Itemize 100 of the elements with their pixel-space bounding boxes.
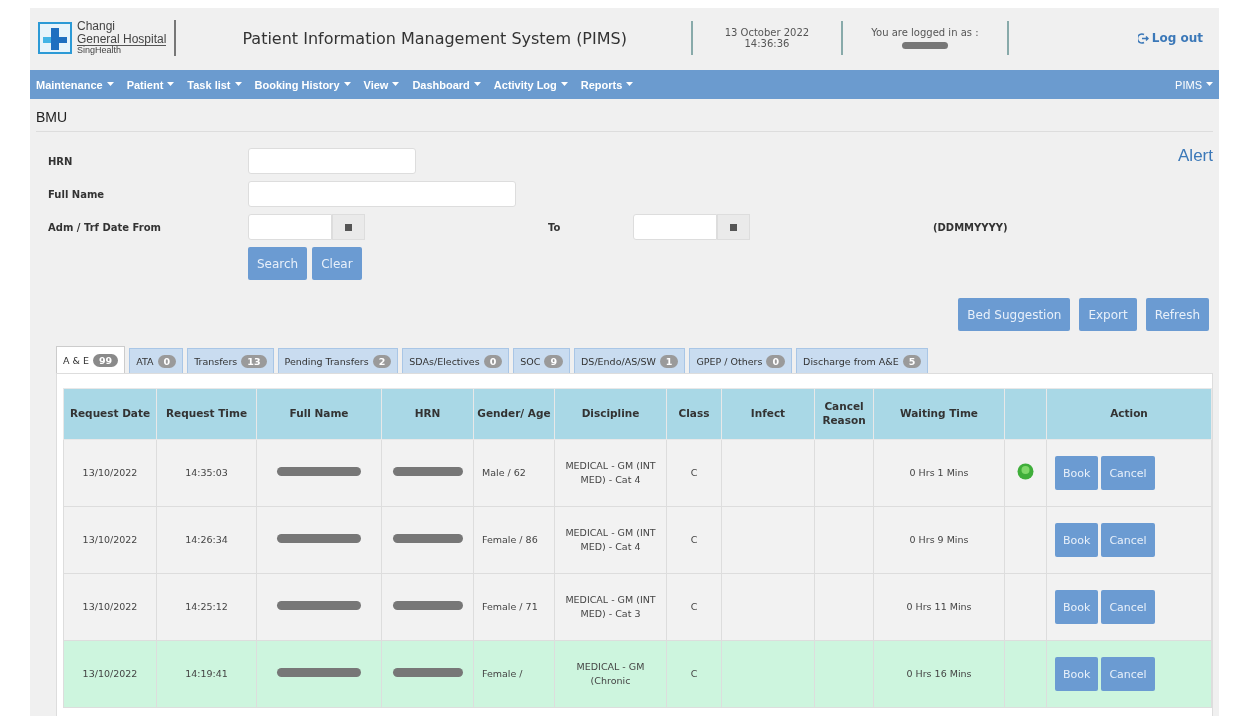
count-badge: 9 (544, 354, 564, 368)
row-button[interactable]: Cancel (1101, 523, 1155, 557)
table-cell: 13/10/2022 (63, 640, 157, 708)
logout-link[interactable]: Log out (1137, 31, 1203, 45)
menu-item[interactable]: Patient (126, 78, 175, 91)
tab[interactable]: DS/Endo/AS/SW 1 (574, 348, 686, 373)
column-header: Gender/ Age (473, 388, 555, 440)
tab[interactable]: ATA 0 (129, 348, 184, 373)
field-label: To (548, 221, 562, 233)
alert-link[interactable]: Alert (1178, 146, 1213, 166)
tab[interactable]: A & E 99 (56, 346, 126, 373)
row-button[interactable]: Book (1055, 456, 1099, 490)
column-header: Request Date (63, 388, 157, 440)
field-label: Adm / Trf Date From (48, 221, 162, 233)
table-cell: 13/10/2022 (63, 506, 157, 574)
table-cell: MEDICAL - GM (INT MED) - Cat 3 (554, 573, 667, 641)
hospital-name: General Hospital (77, 32, 167, 47)
action-button[interactable]: Bed Suggestion (958, 298, 1071, 331)
column-header: Action (1046, 388, 1212, 440)
system-title: Patient Information Management System (PIMS) (242, 28, 627, 48)
tab[interactable]: GPEP / Others 0 (689, 348, 793, 373)
table-cell: 0 Hrs 9 Mins (873, 506, 1005, 574)
table-cell: 14:35:03 (156, 439, 257, 507)
action-button[interactable]: Refresh (1145, 298, 1209, 331)
field-label: Full Name (48, 188, 106, 200)
table-cell: 0 Hrs 11 Mins (873, 573, 1005, 641)
column-header: Waiting Time (873, 388, 1005, 440)
menu-item[interactable]: Booking History (254, 78, 351, 91)
caret-icon (560, 82, 568, 87)
table-cell: MEDICAL - GM (Chronic (554, 640, 667, 708)
table-cell: 14:25:12 (156, 573, 257, 641)
column-header: Cancel Reason (814, 388, 874, 440)
caret-icon (106, 82, 114, 87)
hospital-logo-icon (38, 22, 72, 54)
table-cell: 14:19:41 (156, 640, 257, 708)
column-header: Discipline (554, 388, 667, 440)
tab[interactable]: Pending Transfers 2 (277, 348, 399, 373)
row-button[interactable]: Cancel (1101, 590, 1155, 624)
hospital-name: Changi (77, 20, 117, 33)
count-badge: 0 (483, 354, 503, 368)
calendar-button[interactable] (717, 214, 750, 240)
table-cell: MEDICAL - GM (INT MED) - Cat 4 (554, 506, 667, 574)
tab[interactable]: SDAs/Electives 0 (402, 348, 510, 373)
count-badge: 0 (157, 354, 177, 368)
calendar-button[interactable] (332, 214, 365, 240)
table-cell: 14:26:34 (156, 506, 257, 574)
date-time: 13 October 2022 14:36:36 (723, 27, 811, 49)
count-badge: 13 (241, 354, 267, 368)
menu-item[interactable]: Reports (580, 78, 634, 91)
table-cell: 13/10/2022 (63, 439, 157, 507)
caret-icon (234, 82, 242, 87)
row-button[interactable]: Cancel (1101, 456, 1155, 490)
count-badge: 0 (766, 354, 786, 368)
form-button[interactable]: Clear (312, 247, 362, 280)
table-cell: C (666, 573, 722, 641)
count-badge: 2 (372, 354, 392, 368)
date-field[interactable] (633, 214, 717, 240)
menu-item[interactable]: PIMS (1175, 78, 1213, 91)
date-format-hint: (DDMMYYYY) (933, 221, 1009, 233)
caret-icon (1206, 82, 1213, 87)
calendar-icon (730, 223, 737, 231)
table-cell: 0 Hrs 1 Mins (873, 439, 1005, 507)
column-header: Request Time (156, 388, 257, 440)
count-badge: 5 (902, 354, 922, 368)
column-header: Infect (721, 388, 815, 440)
column-header: Class (666, 388, 722, 440)
field-label: HRN (48, 155, 74, 167)
tab[interactable]: Transfers 13 (187, 348, 274, 373)
table-cell: MEDICAL - GM (INT MED) - Cat 4 (554, 439, 667, 507)
column-header: Full Name (256, 388, 382, 440)
menu-item[interactable]: Maintenance (36, 78, 114, 91)
form-button[interactable]: Search (248, 247, 308, 280)
table-cell: Female / 86 (473, 506, 555, 574)
input-field[interactable] (248, 148, 416, 174)
table-cell: 13/10/2022 (63, 573, 157, 641)
tab[interactable]: Discharge from A&E 5 (796, 348, 929, 373)
page-title: BMU (36, 109, 68, 125)
date-field[interactable] (248, 214, 332, 240)
table-cell: Female / (473, 640, 555, 708)
action-button[interactable]: Export (1079, 298, 1137, 331)
login-label: You are logged in as : (871, 27, 979, 38)
row-button[interactable]: Book (1055, 590, 1099, 624)
row-button[interactable]: Cancel (1101, 657, 1155, 691)
logout-icon (1137, 32, 1149, 44)
input-field[interactable] (248, 181, 516, 207)
menu-item[interactable]: Dashboard (412, 78, 481, 91)
table-cell: C (666, 439, 722, 507)
caret-icon (167, 82, 175, 87)
table-cell: Male / 62 (473, 439, 555, 507)
tab[interactable]: SOC 9 (513, 348, 571, 373)
table-cell: C (666, 506, 722, 574)
caret-icon (343, 82, 351, 87)
menu-item[interactable]: Activity Log (493, 78, 568, 91)
row-button[interactable]: Book (1055, 523, 1099, 557)
row-button[interactable]: Book (1055, 657, 1099, 691)
menu-item[interactable]: Task list (187, 78, 242, 91)
table-cell: C (666, 640, 722, 708)
menu-item[interactable]: View (363, 78, 400, 91)
table-cell: 0 Hrs 16 Mins (873, 640, 1005, 708)
caret-icon (392, 82, 400, 87)
